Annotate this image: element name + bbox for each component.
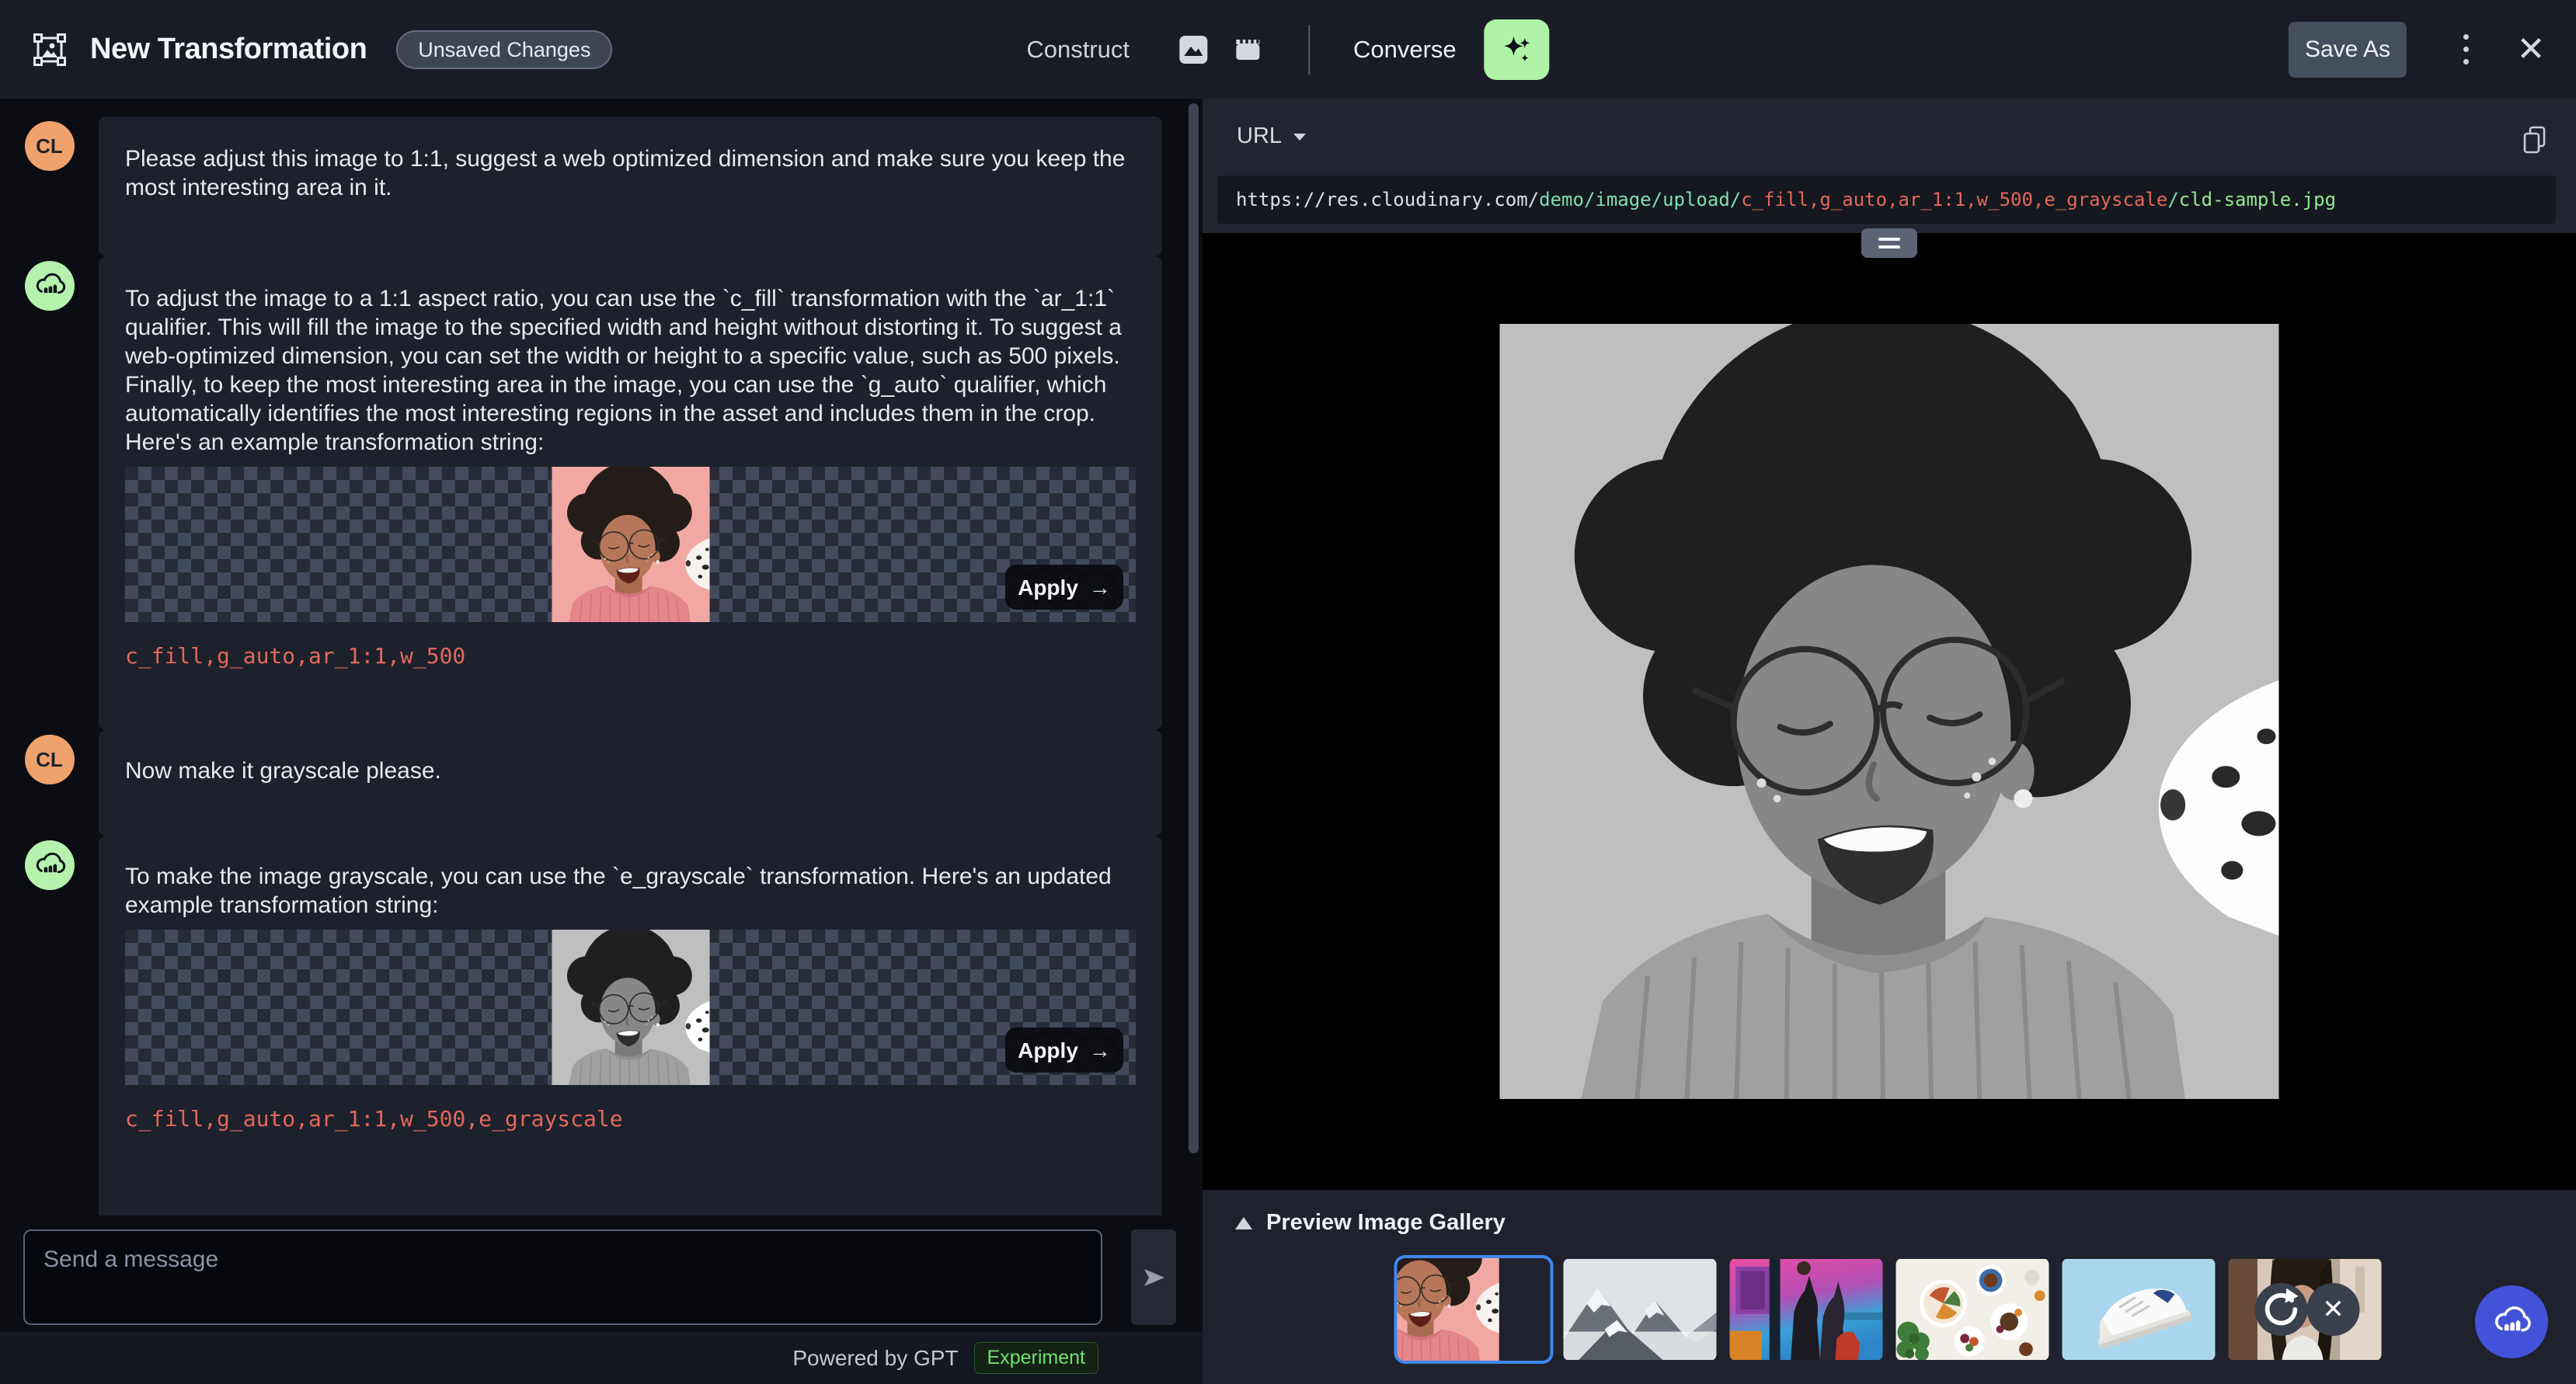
url-input[interactable]: https://res.cloudinary.com/demo/image/up…	[1217, 176, 2556, 224]
composer-area: Powered by GPT Experiment	[0, 1215, 1203, 1384]
header-left-group: New Transformation Unsaved Changes	[0, 30, 613, 69]
thumbnail-white-sneaker[interactable]	[2063, 1258, 2216, 1361]
apply-button[interactable]: Apply →	[1005, 565, 1123, 610]
image-mode-icon[interactable]	[1178, 34, 1209, 65]
message-text: To make the image grayscale, you can use…	[125, 864, 1112, 918]
experiment-badge: Experiment	[973, 1342, 1098, 1374]
message-text: To adjust the image to a 1:1 aspect rati…	[125, 286, 1122, 455]
message-bubble: Please adjust this image to 1:1, suggest…	[99, 116, 1162, 256]
mode-divider	[1307, 24, 1310, 75]
preview-panel: URL https://res.cloudinary.com/demo/imag…	[1203, 99, 2576, 1384]
ai-sparkle-button[interactable]	[1484, 19, 1550, 80]
thumbnail-woman-portrait[interactable]: ✕	[2229, 1258, 2382, 1361]
transformation-preview-strip: Apply →	[125, 467, 1136, 622]
remove-thumbnail-button[interactable]: ✕	[2306, 1283, 2360, 1336]
main-layout: CL Please adjust this image to 1:1, sugg…	[0, 99, 2576, 1384]
arrow-right-icon: →	[1088, 1038, 1111, 1062]
url-bar-section: URL https://res.cloudinary.com/demo/imag…	[1203, 99, 2576, 233]
gallery-collapse-toggle[interactable]: Preview Image Gallery	[1235, 1210, 1506, 1236]
url-type-dropdown[interactable]: URL	[1237, 123, 1307, 149]
powered-by-label: Powered by GPT	[792, 1345, 959, 1370]
message-bubble: Now make it grayscale please.	[99, 730, 1162, 836]
unsaved-changes-badge: Unsaved Changes	[396, 30, 613, 69]
more-options-kebab-icon[interactable]	[2450, 22, 2481, 78]
message-input[interactable]	[23, 1229, 1102, 1325]
thumbnail-laughing-woman[interactable]	[1398, 1258, 1551, 1361]
assistant-message: To adjust the image to a 1:1 aspect rati…	[0, 256, 1203, 730]
top-header: New Transformation Unsaved Changes Const…	[0, 0, 2576, 99]
construct-mode-label[interactable]: Construct	[1026, 36, 1130, 64]
user-avatar: CL	[24, 735, 75, 784]
preview-photo-grayscale	[552, 930, 709, 1085]
close-icon[interactable]: ✕	[2514, 22, 2548, 78]
cloudinary-cloud-icon	[2491, 1301, 2532, 1343]
thumbnail-basketball-players[interactable]	[1730, 1258, 1883, 1361]
gallery-thumbnails: ✕	[1398, 1258, 2382, 1361]
transformed-image-preview	[1500, 324, 2279, 1099]
message-bubble: To adjust the image to a 1:1 aspect rati…	[99, 256, 1162, 730]
assistant-avatar-cloud-icon	[24, 840, 75, 890]
composer-footer: Powered by GPT Experiment	[0, 1332, 1203, 1384]
chat-message-list: CL Please adjust this image to 1:1, sugg…	[0, 99, 1203, 1384]
chevron-down-icon	[1293, 133, 1307, 141]
converse-mode-label[interactable]: Converse	[1353, 36, 1457, 64]
chat-scrollbar[interactable]	[1189, 103, 1199, 1153]
user-avatar: CL	[24, 121, 75, 171]
thumbnail-food-flatlay[interactable]	[1896, 1258, 2049, 1361]
mode-switcher: Construct Converse	[1026, 0, 1550, 99]
triangle-up-icon	[1235, 1216, 1252, 1229]
preview-gallery-section: Preview Image Gallery ✕	[1203, 1190, 2576, 1384]
thumbnail-snowy-mountains[interactable]	[1564, 1258, 1717, 1361]
message-text: Now make it grayscale please.	[125, 758, 441, 784]
user-message: CL Please adjust this image to 1:1, sugg…	[0, 116, 1203, 256]
cloudinary-fab-button[interactable]	[2475, 1285, 2548, 1358]
transformation-code: c_fill,g_auto,ar_1:1,w_500,e_grayscale	[125, 1106, 623, 1132]
reload-thumbnail-button[interactable]	[2254, 1283, 2308, 1336]
transformation-code: c_fill,g_auto,ar_1:1,w_500	[125, 643, 466, 669]
chat-panel: CL Please adjust this image to 1:1, sugg…	[0, 99, 1203, 1384]
send-arrow-icon	[1144, 1268, 1164, 1286]
transformation-crop-icon	[31, 31, 68, 68]
apply-button[interactable]: Apply →	[1005, 1028, 1123, 1073]
message-text: Please adjust this image to 1:1, suggest…	[125, 146, 1126, 200]
video-mode-icon[interactable]	[1232, 34, 1263, 65]
header-right-group: Save As ✕	[2289, 21, 2576, 78]
arrow-right-icon: →	[1088, 575, 1111, 600]
panel-drag-handle[interactable]	[1861, 228, 1917, 258]
assistant-avatar-cloud-icon	[24, 261, 75, 311]
page-title: New Transformation	[90, 33, 367, 65]
refresh-icon	[2255, 1283, 2308, 1336]
send-button[interactable]	[1131, 1229, 1176, 1325]
image-preview-area	[1203, 228, 2576, 1190]
copy-url-icon[interactable]	[2522, 125, 2548, 158]
save-as-button[interactable]: Save As	[2289, 21, 2407, 78]
transformation-preview-strip: Apply →	[125, 930, 1136, 1085]
gallery-title: Preview Image Gallery	[1266, 1210, 1506, 1235]
preview-photo-color	[552, 467, 709, 622]
user-message: CL Now make it grayscale please.	[0, 730, 1203, 836]
